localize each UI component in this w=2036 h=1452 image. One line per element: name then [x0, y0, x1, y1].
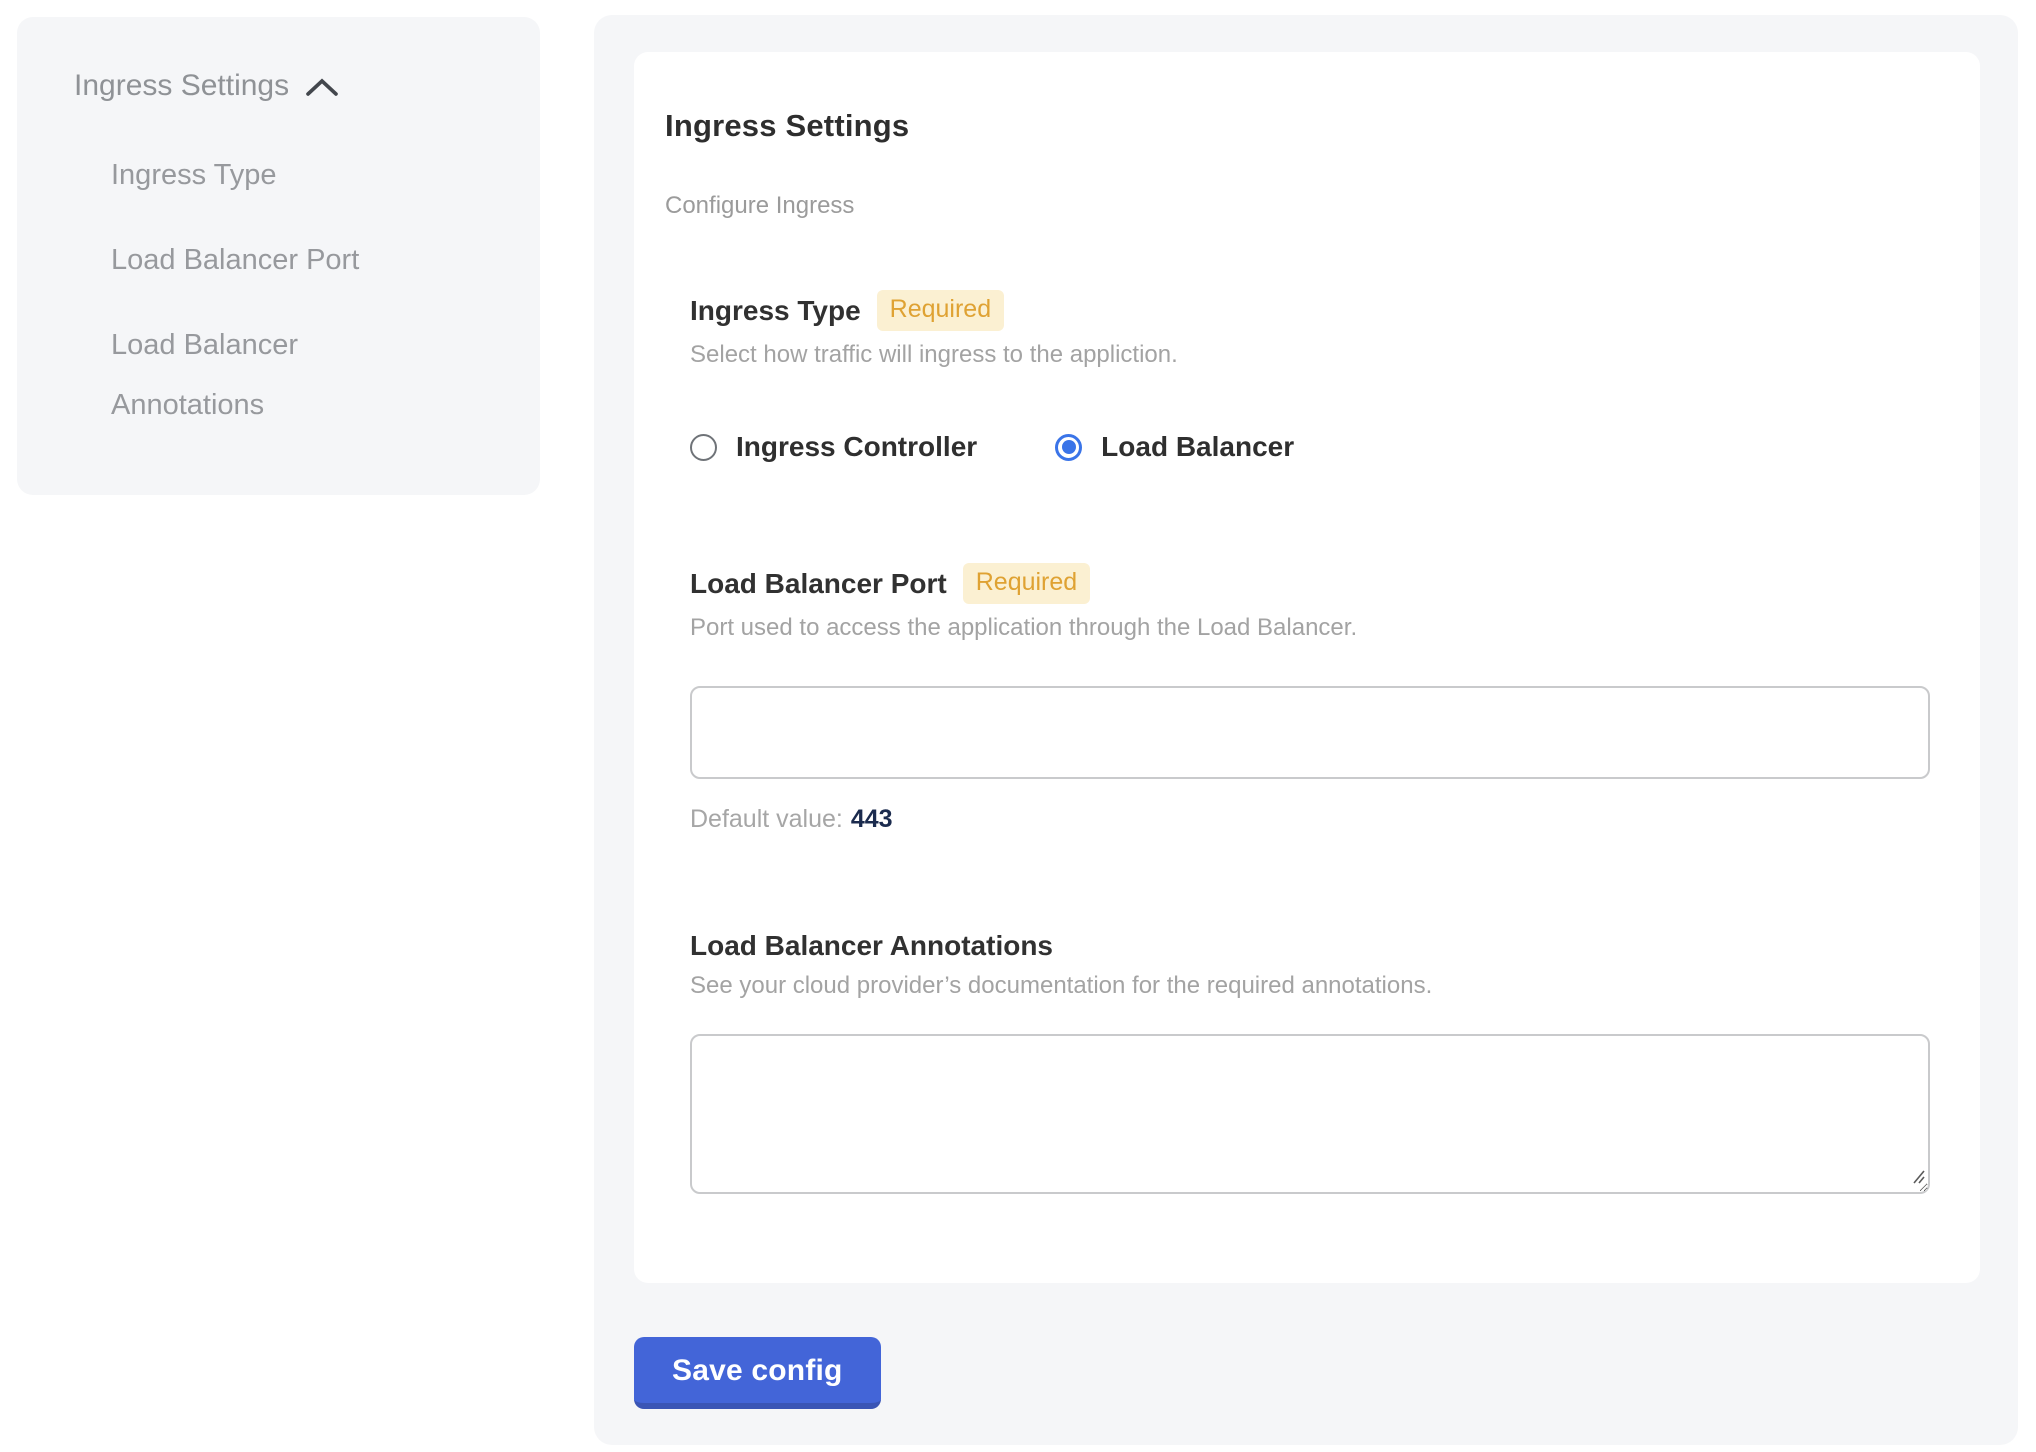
- required-badge: Required: [877, 290, 1004, 331]
- radio-load-balancer[interactable]: [1055, 434, 1082, 461]
- radio-option-ingress-controller[interactable]: Ingress Controller: [690, 431, 977, 463]
- load-balancer-port-input[interactable]: [690, 686, 1930, 779]
- page-title: Ingress Settings: [665, 108, 1930, 144]
- section-ingress-type: Ingress Type Required Select how traffic…: [690, 290, 1930, 463]
- page-subtitle: Configure Ingress: [665, 192, 1930, 220]
- chevron-up-icon: [305, 77, 339, 99]
- radio-ingress-controller[interactable]: [690, 434, 717, 461]
- load-balancer-port-description: Port used to access the application thro…: [690, 614, 1930, 642]
- section-load-balancer-annotations: Load Balancer Annotations See your cloud…: [690, 930, 1930, 1194]
- sidebar-group-ingress-settings[interactable]: Ingress Settings: [74, 69, 510, 103]
- load-balancer-annotations-heading: Load Balancer Annotations: [690, 930, 1053, 962]
- required-badge: Required: [963, 563, 1090, 604]
- save-config-button[interactable]: Save config: [634, 1337, 881, 1409]
- sidebar-item-load-balancer-port[interactable]: Load Balancer Port: [111, 230, 441, 290]
- sidebar-item-load-balancer-annotations[interactable]: Load Balancer Annotations: [111, 315, 441, 435]
- ingress-type-description: Select how traffic will ingress to the a…: [690, 341, 1930, 369]
- radio-option-load-balancer[interactable]: Load Balancer: [1055, 431, 1294, 463]
- settings-sidebar: Ingress Settings Ingress Type Load Balan…: [17, 17, 540, 495]
- sidebar-item-list: Ingress Type Load Balancer Port Load Bal…: [74, 145, 510, 435]
- sidebar-group-label: Ingress Settings: [74, 69, 289, 103]
- section-load-balancer-port: Load Balancer Port Required Port used to…: [690, 563, 1930, 834]
- default-value-hint: Default value: 443: [690, 805, 1930, 834]
- sidebar-item-ingress-type[interactable]: Ingress Type: [111, 145, 441, 205]
- ingress-type-radio-group: Ingress Controller Load Balancer: [690, 431, 1930, 463]
- load-balancer-annotations-description: See your cloud provider’s documentation …: [690, 972, 1930, 1000]
- default-value: 443: [851, 805, 893, 833]
- ingress-type-heading: Ingress Type: [690, 295, 861, 327]
- radio-label-ingress-controller: Ingress Controller: [736, 431, 977, 463]
- default-value-label: Default value:: [690, 805, 843, 833]
- settings-panel: Ingress Settings Configure Ingress Ingre…: [594, 15, 2018, 1445]
- load-balancer-port-heading: Load Balancer Port: [690, 568, 947, 600]
- settings-card: Ingress Settings Configure Ingress Ingre…: [634, 52, 1980, 1283]
- load-balancer-annotations-textarea[interactable]: [690, 1034, 1930, 1194]
- radio-label-load-balancer: Load Balancer: [1101, 431, 1294, 463]
